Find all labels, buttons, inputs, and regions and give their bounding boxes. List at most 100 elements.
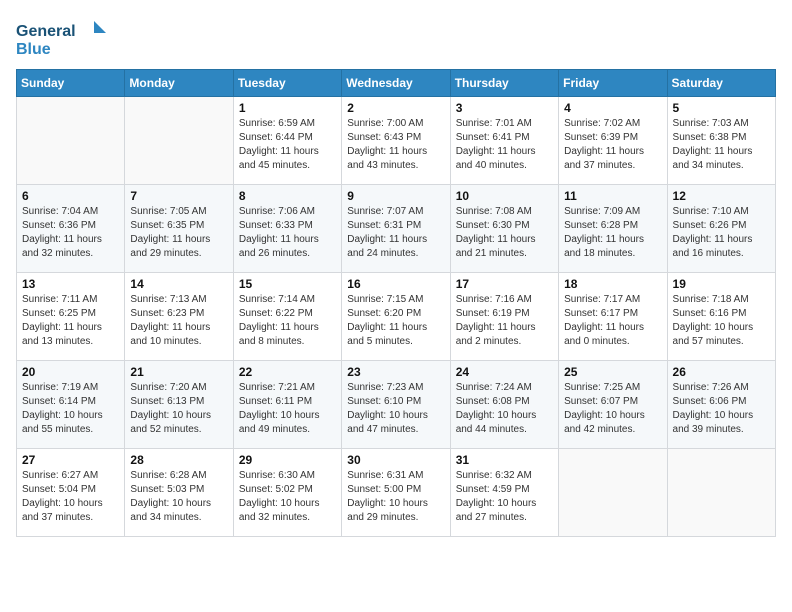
weekday-header: Thursday [450, 70, 558, 97]
calendar-cell: 26 Sunrise: 7:26 AM Sunset: 6:06 PM Dayli… [667, 361, 775, 449]
day-info: Sunrise: 7:24 AM Sunset: 6:08 PM Dayligh… [456, 381, 553, 437]
calendar-table: SundayMondayTuesdayWednesdayThursdayFrid… [16, 69, 776, 537]
day-number: 22 [239, 365, 336, 379]
day-number: 3 [456, 101, 553, 115]
day-info: Sunrise: 6:30 AM Sunset: 5:02 PM Dayligh… [239, 469, 336, 525]
calendar-cell: 14 Sunrise: 7:13 AM Sunset: 6:23 PM Dayli… [125, 273, 233, 361]
day-number: 27 [22, 453, 119, 467]
calendar-cell: 30 Sunrise: 6:31 AM Sunset: 5:00 PM Dayli… [342, 449, 450, 537]
day-info: Sunrise: 7:15 AM Sunset: 6:20 PM Dayligh… [347, 293, 444, 349]
calendar-cell: 27 Sunrise: 6:27 AM Sunset: 5:04 PM Dayli… [17, 449, 125, 537]
logo-svg: General Blue [16, 16, 106, 61]
day-info: Sunrise: 7:05 AM Sunset: 6:35 PM Dayligh… [130, 205, 227, 261]
day-number: 9 [347, 189, 444, 203]
calendar-cell [125, 97, 233, 185]
day-number: 31 [456, 453, 553, 467]
day-number: 1 [239, 101, 336, 115]
day-info: Sunrise: 7:18 AM Sunset: 6:16 PM Dayligh… [673, 293, 770, 349]
day-info: Sunrise: 7:10 AM Sunset: 6:26 PM Dayligh… [673, 205, 770, 261]
day-number: 18 [564, 277, 661, 291]
day-info: Sunrise: 7:13 AM Sunset: 6:23 PM Dayligh… [130, 293, 227, 349]
calendar-cell: 9 Sunrise: 7:07 AM Sunset: 6:31 PM Daylig… [342, 185, 450, 273]
day-info: Sunrise: 7:06 AM Sunset: 6:33 PM Dayligh… [239, 205, 336, 261]
day-number: 14 [130, 277, 227, 291]
calendar-week-row: 20 Sunrise: 7:19 AM Sunset: 6:14 PM Dayli… [17, 361, 776, 449]
weekday-header: Friday [559, 70, 667, 97]
calendar-cell [17, 97, 125, 185]
day-number: 7 [130, 189, 227, 203]
calendar-cell: 17Sunrise: 7:16 AM Sunset: 6:19 PM Dayli… [450, 273, 558, 361]
day-number: 15 [239, 277, 336, 291]
calendar-week-row: 13 Sunrise: 7:11 AM Sunset: 6:25 PM Dayli… [17, 273, 776, 361]
day-number: 23 [347, 365, 444, 379]
calendar-week-row: 6 Sunrise: 7:04 AM Sunset: 6:36 PM Daylig… [17, 185, 776, 273]
day-info: Sunrise: 7:00 AM Sunset: 6:43 PM Dayligh… [347, 117, 444, 173]
day-info: Sunrise: 6:27 AM Sunset: 5:04 PM Dayligh… [22, 469, 119, 525]
svg-text:General: General [16, 23, 76, 40]
day-info: Sunrise: 7:04 AM Sunset: 6:36 PM Dayligh… [22, 205, 119, 261]
day-info: Sunrise: 7:21 AM Sunset: 6:11 PM Dayligh… [239, 381, 336, 437]
day-info: Sunrise: 7:09 AM Sunset: 6:28 PM Dayligh… [564, 205, 661, 261]
day-info: Sunrise: 7:25 AM Sunset: 6:07 PM Dayligh… [564, 381, 661, 437]
calendar-cell: 10 Sunrise: 7:08 AM Sunset: 6:30 PM Dayli… [450, 185, 558, 273]
day-number: 5 [673, 101, 770, 115]
calendar-cell: 20 Sunrise: 7:19 AM Sunset: 6:14 PM Dayli… [17, 361, 125, 449]
day-number: 19 [673, 277, 770, 291]
day-info: Sunrise: 7:14 AM Sunset: 6:22 PM Dayligh… [239, 293, 336, 349]
day-info: Sunrise: 7:08 AM Sunset: 6:30 PM Dayligh… [456, 205, 553, 261]
weekday-header: Wednesday [342, 70, 450, 97]
calendar-cell [559, 449, 667, 537]
calendar-cell: 28Sunrise: 6:28 AM Sunset: 5:03 PM Dayli… [125, 449, 233, 537]
calendar-cell: 2Sunrise: 7:00 AM Sunset: 6:43 PM Daylig… [342, 97, 450, 185]
day-info: Sunrise: 7:19 AM Sunset: 6:14 PM Dayligh… [22, 381, 119, 437]
day-number: 21 [130, 365, 227, 379]
day-info: Sunrise: 7:20 AM Sunset: 6:13 PM Dayligh… [130, 381, 227, 437]
day-info: Sunrise: 6:31 AM Sunset: 5:00 PM Dayligh… [347, 469, 444, 525]
day-info: Sunrise: 7:26 AM Sunset: 6:06 PM Dayligh… [673, 381, 770, 437]
calendar-cell: 29 Sunrise: 6:30 AM Sunset: 5:02 PM Dayli… [233, 449, 341, 537]
calendar-cell: 22 Sunrise: 7:21 AM Sunset: 6:11 PM Dayli… [233, 361, 341, 449]
day-info: Sunrise: 7:16 AM Sunset: 6:19 PM Dayligh… [456, 293, 553, 349]
calendar-cell: 7 Sunrise: 7:05 AM Sunset: 6:35 PM Daylig… [125, 185, 233, 273]
day-number: 8 [239, 189, 336, 203]
day-info: Sunrise: 7:17 AM Sunset: 6:17 PM Dayligh… [564, 293, 661, 349]
day-number: 24 [456, 365, 553, 379]
calendar-cell: 31Sunrise: 6:32 AM Sunset: 4:59 PM Dayli… [450, 449, 558, 537]
calendar-week-row: 27 Sunrise: 6:27 AM Sunset: 5:04 PM Dayli… [17, 449, 776, 537]
calendar-cell: 5Sunrise: 7:03 AM Sunset: 6:38 PM Daylig… [667, 97, 775, 185]
day-number: 25 [564, 365, 661, 379]
calendar-cell: 12 Sunrise: 7:10 AM Sunset: 6:26 PM Dayli… [667, 185, 775, 273]
day-number: 26 [673, 365, 770, 379]
calendar-cell: 25 Sunrise: 7:25 AM Sunset: 6:07 PM Dayli… [559, 361, 667, 449]
day-info: Sunrise: 7:23 AM Sunset: 6:10 PM Dayligh… [347, 381, 444, 437]
calendar-cell: 21 Sunrise: 7:20 AM Sunset: 6:13 PM Dayli… [125, 361, 233, 449]
day-number: 12 [673, 189, 770, 203]
calendar-cell: 15 Sunrise: 7:14 AM Sunset: 6:22 PM Dayli… [233, 273, 341, 361]
day-number: 16 [347, 277, 444, 291]
calendar-cell: 3Sunrise: 7:01 AM Sunset: 6:41 PM Daylig… [450, 97, 558, 185]
calendar-header-row: SundayMondayTuesdayWednesdayThursdayFrid… [17, 70, 776, 97]
day-number: 10 [456, 189, 553, 203]
day-number: 11 [564, 189, 661, 203]
day-number: 13 [22, 277, 119, 291]
calendar-body: 1 Sunrise: 6:59 AM Sunset: 6:44 PM Daylig… [17, 97, 776, 537]
weekday-header: Tuesday [233, 70, 341, 97]
calendar-cell: 6 Sunrise: 7:04 AM Sunset: 6:36 PM Daylig… [17, 185, 125, 273]
day-number: 29 [239, 453, 336, 467]
day-number: 28 [130, 453, 227, 467]
calendar-cell: 4Sunrise: 7:02 AM Sunset: 6:39 PM Daylig… [559, 97, 667, 185]
weekday-header: Monday [125, 70, 233, 97]
day-info: Sunrise: 6:59 AM Sunset: 6:44 PM Dayligh… [239, 117, 336, 173]
day-number: 6 [22, 189, 119, 203]
day-number: 20 [22, 365, 119, 379]
day-info: Sunrise: 7:07 AM Sunset: 6:31 PM Dayligh… [347, 205, 444, 261]
calendar-cell: 18 Sunrise: 7:17 AM Sunset: 6:17 PM Dayli… [559, 273, 667, 361]
page-header: General Blue [16, 16, 776, 61]
calendar-cell: 11 Sunrise: 7:09 AM Sunset: 6:28 PM Dayli… [559, 185, 667, 273]
calendar-cell: 13 Sunrise: 7:11 AM Sunset: 6:25 PM Dayli… [17, 273, 125, 361]
day-number: 30 [347, 453, 444, 467]
calendar-week-row: 1 Sunrise: 6:59 AM Sunset: 6:44 PM Daylig… [17, 97, 776, 185]
day-info: Sunrise: 7:11 AM Sunset: 6:25 PM Dayligh… [22, 293, 119, 349]
day-info: Sunrise: 7:02 AM Sunset: 6:39 PM Dayligh… [564, 117, 661, 173]
weekday-header: Sunday [17, 70, 125, 97]
